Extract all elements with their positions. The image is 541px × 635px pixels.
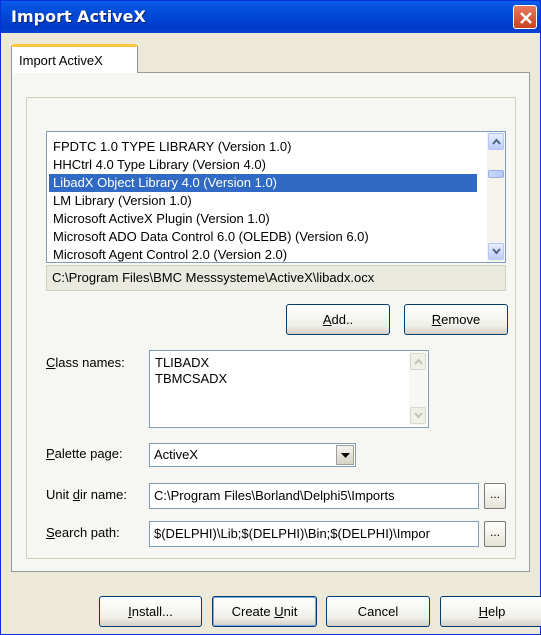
list-scrollbar[interactable] [487, 132, 505, 262]
help-label-post: elp [488, 604, 506, 619]
type-library-item[interactable]: Microsoft ActiveX Plugin (Version 1.0) [49, 210, 477, 228]
type-library-item[interactable]: LibadX Object Library 4.0 (Version 1.0) [49, 174, 477, 192]
palette-page-value: ActiveX [154, 447, 199, 462]
palette-label-accel: P [46, 446, 55, 461]
install-button[interactable]: Install... [99, 596, 202, 627]
type-library-list[interactable]: FPDTC 1.0 TYPE LIBRARY (Version 1.0) HHCt… [46, 131, 506, 263]
type-library-item[interactable]: HHCtrl 4.0 Type Library (Version 4.0) [49, 156, 477, 174]
class-names-label-post: lass names: [55, 355, 125, 370]
scroll-down-button[interactable] [488, 243, 504, 260]
search-path-label-post: earch path: [54, 525, 120, 540]
search-path-browse-button[interactable]: ... [484, 521, 506, 547]
create-unit-label-pre: Create [231, 604, 275, 619]
close-button[interactable] [513, 5, 537, 29]
remove-label-accel: R [431, 312, 442, 327]
add-button[interactable]: Add.. [286, 304, 390, 335]
class-name-line: TBMCSADX [155, 371, 228, 386]
selected-file-path: C:\Program Files\BMC Messsysteme\ActiveX… [46, 265, 506, 291]
type-library-item[interactable]: FPDTC 1.0 TYPE LIBRARY (Version 1.0) [49, 138, 477, 156]
create-unit-label-accel: U [274, 604, 284, 619]
type-library-item[interactable]: Microsoft ADO Data Control 6.0 (OLEDB) (… [49, 228, 477, 246]
palette-dropdown-button[interactable] [336, 445, 354, 465]
palette-page-select[interactable]: ActiveX [149, 443, 356, 467]
class-names-memo[interactable]: TLIBADX TBMCSADX [149, 350, 429, 428]
unit-dir-input[interactable]: C:\Program Files\Borland\Delphi5\Imports [149, 483, 479, 509]
chevron-down-icon [414, 412, 423, 419]
import-activex-dialog: Import ActiveX Import ActiveX FPDTC 1.0 … [0, 0, 541, 635]
unit-dir-label-pre: Unit [46, 487, 73, 502]
search-path-label-accel: S [46, 525, 55, 540]
chevron-up-icon [492, 138, 501, 145]
unit-dir-browse-button[interactable]: ... [484, 483, 506, 509]
palette-page-label: Palette page: [46, 446, 123, 461]
type-library-item[interactable]: Microsoft Agent Control 2.0 (Version 2.0… [49, 246, 477, 262]
close-icon [520, 12, 532, 24]
create-unit-label-post: nit [283, 604, 298, 619]
memo-scrollbar[interactable] [409, 352, 427, 426]
unit-dir-label: Unit dir name: [46, 487, 127, 502]
title-bar[interactable]: Import ActiveX [1, 1, 540, 33]
class-names-label-accel: C [46, 355, 56, 370]
palette-label-post: alette page: [54, 446, 123, 461]
add-label-post: dd.. [331, 312, 354, 327]
chevron-down-icon [492, 248, 501, 255]
unit-dir-label-post: ir name: [79, 487, 127, 502]
scroll-up-button[interactable] [488, 133, 504, 150]
remove-button[interactable]: Remove [404, 304, 508, 335]
install-label-post: nstall... [131, 604, 173, 619]
cancel-button[interactable]: Cancel [326, 596, 430, 627]
class-names-label: Class names: [46, 355, 125, 370]
unit-dir-label-accel: d [72, 487, 80, 502]
tab-label: Import ActiveX [19, 53, 103, 68]
chevron-up-icon [414, 358, 423, 365]
search-path-label: Search path: [46, 525, 120, 540]
search-path-input[interactable]: $(DELPHI)\Lib;$(DELPHI)\Bin;$(DELPHI)\Im… [149, 521, 479, 547]
class-name-line: TLIBADX [155, 355, 210, 370]
dropdown-arrow-icon [341, 453, 350, 458]
memo-scroll-down-button[interactable] [410, 407, 426, 424]
create-unit-button[interactable]: Create Unit [212, 596, 317, 627]
remove-label-post: emove [441, 312, 481, 327]
help-button[interactable]: Help [440, 596, 541, 627]
tab-import-activex[interactable]: Import ActiveX [11, 44, 138, 73]
scroll-thumb[interactable] [488, 170, 504, 178]
help-label-accel: H [478, 604, 489, 619]
window-title: Import ActiveX [11, 7, 146, 26]
memo-scroll-up-button[interactable] [410, 353, 426, 370]
type-library-item[interactable]: LM Library (Version 1.0) [49, 192, 477, 210]
